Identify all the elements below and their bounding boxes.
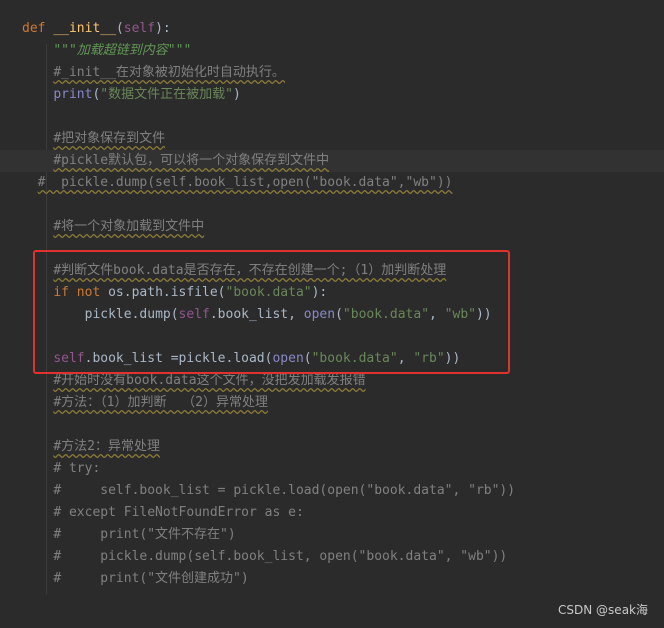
code-token: # print("文件创建成功") (53, 571, 249, 586)
code-line[interactable]: # pickle.dump(self.book_list, open("book… (0, 546, 664, 568)
code-token: # pickle.dump(self.book_list, open("book… (53, 549, 508, 564)
code-line[interactable]: #pickle默认包，可以将一个对象保存到文件中 (0, 150, 664, 172)
code-token: __init__ (53, 21, 116, 36)
code-line[interactable]: #将一个对象加载到文件中 (0, 216, 664, 238)
code-token: # except FileNotFoundError as e: (53, 505, 304, 520)
code-token: #_init__在对象被初始化时自动执行。 (53, 65, 285, 80)
code-line[interactable]: #方法：（1）加判断 （2）异常处理 (0, 392, 664, 414)
code-line[interactable]: # self.book_list = pickle.load(open("boo… (0, 480, 664, 502)
code-line[interactable]: print("数据文件正在被加载") (0, 84, 664, 106)
code-token: # pickle.dump(self.book_list,open("book.… (37, 175, 453, 190)
code-line[interactable]: def __init__(self): (0, 18, 664, 40)
highlight-box (33, 250, 510, 374)
code-token: print (53, 87, 93, 102)
code-token: #pickle默认包，可以将一个对象保存到文件中 (53, 153, 330, 168)
code-line[interactable] (0, 414, 664, 436)
code-token: # try: (53, 461, 101, 476)
code-token: #将一个对象加载到文件中 (53, 219, 205, 234)
code-token: self (123, 21, 156, 36)
code-token: # print("文件不存在") (53, 527, 236, 542)
code-line[interactable]: # try: (0, 458, 664, 480)
code-token: #开始时没有book.data这个文件，没把发加载发报错 (53, 373, 366, 388)
code-token: "数据文件正在被加载" (100, 87, 233, 102)
code-line[interactable]: #方法2：异常处理 (0, 436, 664, 458)
code-line[interactable]: # except FileNotFoundError as e: (0, 502, 664, 524)
code-token: # self.book_list = pickle.load(open("boo… (53, 483, 516, 498)
code-token: #方法2：异常处理 (53, 439, 160, 454)
code-line[interactable] (0, 106, 664, 128)
code-token: #把对象保存到文件 (53, 131, 166, 146)
watermark: CSDN @seak海 (558, 603, 648, 617)
code-token: ): (155, 21, 171, 36)
code-token: ( (115, 21, 124, 36)
code-line[interactable]: # print("文件不存在") (0, 524, 664, 546)
code-line[interactable]: #_init__在对象被初始化时自动执行。 (0, 62, 664, 84)
code-token: """加载超链到内容""" (53, 43, 192, 58)
code-token: def (22, 21, 54, 36)
code-line[interactable]: """加载超链到内容""" (0, 40, 664, 62)
code-line[interactable] (0, 194, 664, 216)
code-token: #方法：（1）加判断 （2）异常处理 (53, 395, 268, 410)
code-line[interactable]: # pickle.dump(self.book_list,open("book.… (0, 172, 664, 194)
code-line[interactable]: # print("文件创建成功") (0, 568, 664, 590)
code-token: ) (232, 87, 241, 102)
code-line[interactable]: #把对象保存到文件 (0, 128, 664, 150)
code-editor[interactable]: def __init__(self): """加载超链到内容""" #_init… (0, 0, 664, 628)
